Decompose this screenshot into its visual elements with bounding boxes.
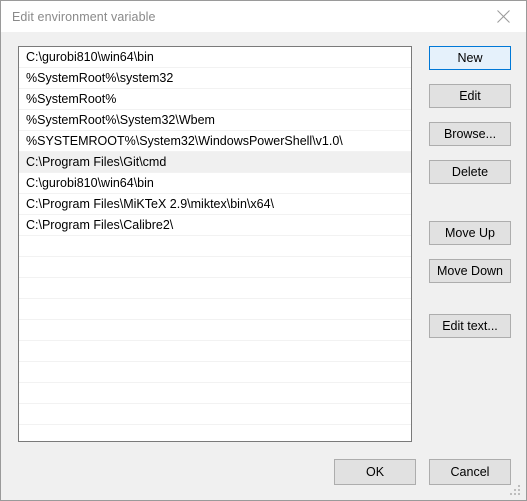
ok-button[interactable]: OK (334, 459, 416, 485)
path-list-item-empty[interactable] (19, 257, 411, 278)
path-list-item-empty[interactable] (19, 278, 411, 299)
delete-button[interactable]: Delete (429, 160, 511, 184)
path-list-item-empty[interactable] (19, 341, 411, 362)
path-list-item-empty[interactable] (19, 236, 411, 257)
path-list-rows: C:\gurobi810\win64\bin %SystemRoot%\syste… (19, 47, 411, 441)
path-list-item-empty[interactable] (19, 425, 411, 441)
path-list-item[interactable]: %SYSTEMROOT%\System32\WindowsPowerShell\… (19, 131, 411, 152)
resize-grip[interactable] (509, 484, 522, 497)
move-down-button[interactable]: Move Down (429, 259, 511, 283)
path-list-item[interactable]: C:\gurobi810\win64\bin (19, 47, 411, 68)
edit-environment-variable-dialog: Edit environment variable C:\gurobi810\w… (0, 0, 527, 501)
path-list-item-empty[interactable] (19, 320, 411, 341)
path-list-item-empty[interactable] (19, 404, 411, 425)
title-bar: Edit environment variable (1, 1, 526, 32)
path-list-item[interactable]: C:\Program Files\Calibre2\ (19, 215, 411, 236)
move-up-button[interactable]: Move Up (429, 221, 511, 245)
path-list-item[interactable]: C:\Program Files\Git\cmd (19, 152, 411, 173)
dialog-body: C:\gurobi810\win64\bin %SystemRoot%\syste… (1, 32, 526, 500)
path-list-item[interactable]: %SystemRoot% (19, 89, 411, 110)
path-list-item-empty[interactable] (19, 299, 411, 320)
path-list-item-empty[interactable] (19, 383, 411, 404)
close-button[interactable] (481, 1, 526, 32)
edit-button[interactable]: Edit (429, 84, 511, 108)
path-listbox[interactable]: C:\gurobi810\win64\bin %SystemRoot%\syste… (18, 46, 412, 442)
new-button[interactable]: New (429, 46, 511, 70)
edit-text-button[interactable]: Edit text... (429, 314, 511, 338)
path-list-item[interactable]: %SystemRoot%\system32 (19, 68, 411, 89)
path-list-item[interactable]: C:\gurobi810\win64\bin (19, 173, 411, 194)
close-icon (497, 10, 510, 23)
window-title: Edit environment variable (12, 9, 156, 24)
path-list-item-empty[interactable] (19, 362, 411, 383)
path-list-item[interactable]: %SystemRoot%\System32\Wbem (19, 110, 411, 131)
cancel-button[interactable]: Cancel (429, 459, 511, 485)
browse-button[interactable]: Browse... (429, 122, 511, 146)
path-list-item[interactable]: C:\Program Files\MiKTeX 2.9\miktex\bin\x… (19, 194, 411, 215)
